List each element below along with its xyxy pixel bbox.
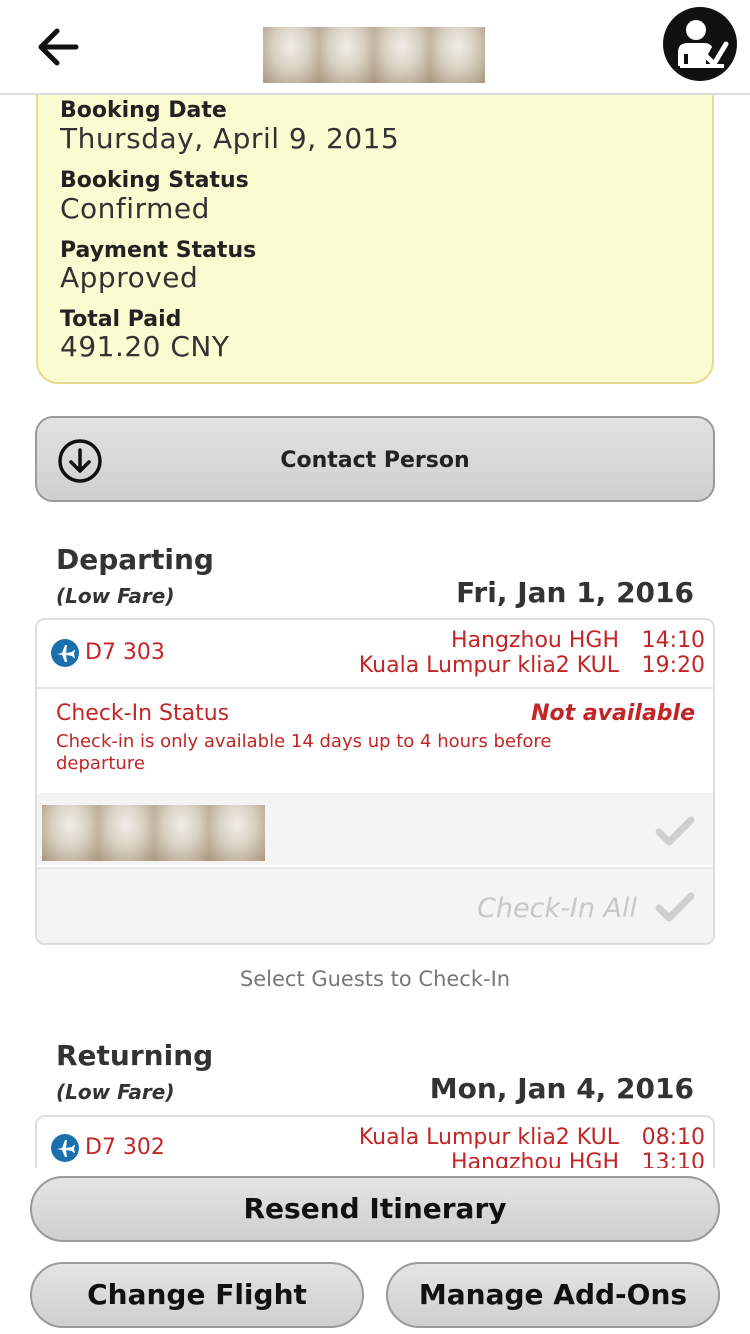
back-button[interactable] — [30, 22, 90, 72]
returning-flight-number: D7 302 — [85, 1135, 165, 1160]
departing-origin: Hangzhou HGH — [451, 628, 619, 653]
airplane-icon — [51, 1134, 79, 1162]
payment-status-label: Payment Status — [60, 238, 257, 263]
returning-title: Returning — [56, 1039, 214, 1072]
booking-status-value: Confirmed — [60, 192, 210, 225]
checkin-section: Check-In Status Not available Check-in i… — [37, 687, 713, 943]
returning-origin: Kuala Lumpur klia2 KUL — [358, 1125, 619, 1150]
booking-summary-card: Booking Date Thursday, April 9, 2015 Boo… — [36, 78, 714, 384]
departing-flight-number: D7 303 — [85, 640, 165, 665]
checkmark-icon — [655, 816, 695, 846]
contact-person-button[interactable]: Contact Person — [35, 416, 715, 502]
departing-destination: Kuala Lumpur klia2 KUL — [358, 653, 619, 678]
manage-addons-button[interactable]: Manage Add-Ons — [386, 1262, 720, 1328]
select-guests-hint: Select Guests to Check-In — [239, 967, 511, 991]
resend-itinerary-button[interactable]: Resend Itinerary — [30, 1176, 720, 1242]
payment-status-value: Approved — [60, 261, 199, 294]
guest-row[interactable] — [37, 793, 713, 865]
returning-depart-time: 08:10 — [641, 1125, 705, 1150]
returning-flight-card: D7 302 Kuala Lumpur klia2 KUL Hangzhou H… — [35, 1115, 715, 1175]
checkin-note: Check-in is only available 14 days up to… — [56, 731, 552, 774]
departing-title: Departing — [56, 543, 214, 576]
departing-fare: (Low Fare) — [56, 584, 175, 608]
checkmark-icon — [655, 892, 695, 922]
total-paid-value: 491.20 CNY — [60, 330, 230, 363]
booking-date-value: Thursday, April 9, 2015 — [60, 122, 400, 155]
booking-date-label: Booking Date — [60, 98, 227, 123]
airplane-icon — [51, 639, 79, 667]
bottom-actions: Resend Itinerary Change Flight Manage Ad… — [0, 1168, 750, 1334]
returning-date: Mon, Jan 4, 2016 — [429, 1072, 694, 1105]
booking-status-label: Booking Status — [60, 168, 249, 193]
returning-fare: (Low Fare) — [56, 1080, 175, 1104]
checkin-all-label: Check-In All — [477, 893, 637, 924]
departing-date: Fri, Jan 1, 2016 — [456, 576, 694, 609]
top-bar — [0, 0, 750, 95]
checkin-all-row[interactable]: Check-In All — [37, 867, 713, 943]
user-checkin-icon — [663, 7, 737, 81]
checkin-status-value: Not available — [531, 701, 695, 726]
contact-person-label: Contact Person — [280, 448, 470, 473]
departing-arrive-time: 19:20 — [641, 653, 705, 678]
account-button[interactable] — [662, 6, 738, 82]
departing-flight-card: D7 303 Hangzhou HGH Kuala Lumpur klia2 K… — [35, 618, 715, 945]
guest-name-image — [42, 805, 265, 861]
checkin-status-label: Check-In Status — [56, 701, 230, 726]
departing-depart-time: 14:10 — [641, 628, 705, 653]
total-paid-label: Total Paid — [60, 307, 182, 332]
arrow-left-icon — [38, 28, 79, 66]
passenger-name-image — [263, 27, 485, 83]
change-flight-button[interactable]: Change Flight — [30, 1262, 364, 1328]
